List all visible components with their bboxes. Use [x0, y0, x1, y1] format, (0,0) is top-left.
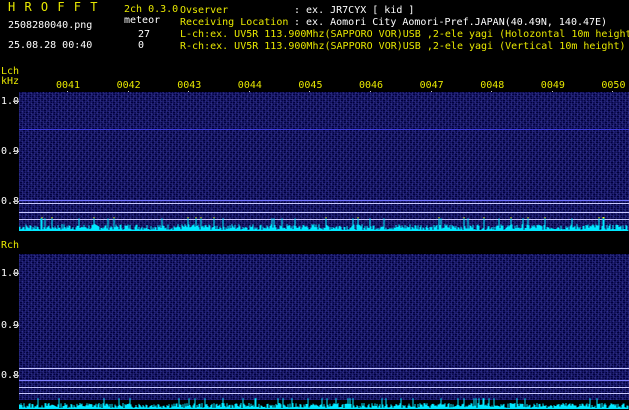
mode-label: 2ch 0.3.0 [124, 4, 179, 15]
rch-info: R-ch:ex. UV5R 113.900Mhz(SAPPORO VOR)USB… [180, 41, 626, 52]
event-type-label: meteor [124, 15, 161, 26]
datetime: 25.08.28 00:40 [8, 40, 93, 51]
rch-label: Rch [1, 240, 20, 251]
time-label-0047: 0047 [419, 80, 444, 91]
time-label-0041: 0041 [56, 80, 81, 91]
time-label-0042: 0042 [116, 80, 141, 91]
location-label: Receiving Location [180, 17, 289, 28]
time-label-0045: 0045 [298, 80, 323, 91]
rch-signal-trace [19, 398, 629, 409]
time-label-0048: 0048 [480, 80, 505, 91]
time-label-0046: 0046 [359, 80, 384, 91]
time-label-0044: 0044 [237, 80, 262, 91]
rch-waterfall [19, 254, 629, 400]
observer-label: Ovserver [180, 5, 229, 16]
lch-info: L-ch:ex. UV5R 113.900Mhz(SAPPORO VOR)USB… [180, 29, 629, 40]
lch-signal-trace [19, 217, 629, 231]
app-title: H R O F F T [8, 0, 99, 14]
time-label-0043: 0043 [177, 80, 202, 91]
lch-waterfall [19, 92, 629, 230]
location-value: : ex. Aomori City Aomori-Pref.JAPAN(40.4… [294, 17, 608, 28]
filename: 2508280040.png [8, 20, 93, 31]
observer-value: : ex. JR7CYX [ kid ] [294, 5, 415, 16]
time-label-0050: 0050 [601, 80, 626, 91]
lch-count: 27 [138, 29, 151, 40]
rch-count: 0 [138, 40, 145, 51]
lch-unit-label: kHz [1, 76, 20, 87]
time-label-0049: 0049 [540, 80, 565, 91]
